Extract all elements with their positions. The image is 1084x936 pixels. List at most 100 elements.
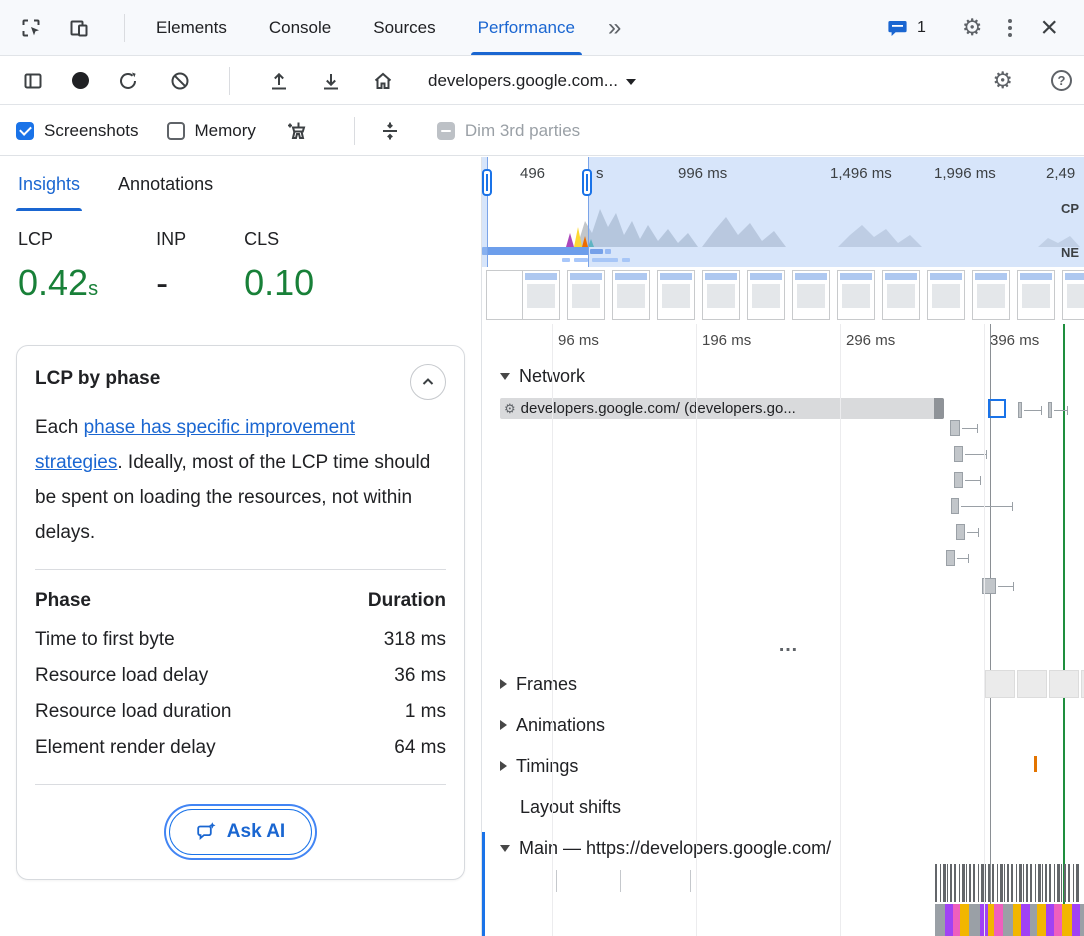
more-tabs-icon[interactable]: » <box>596 14 633 42</box>
record-button[interactable] <box>72 72 89 89</box>
minimap-right-handle[interactable] <box>582 169 592 196</box>
js-sample-stripe <box>1061 864 1062 902</box>
request-label: developers.google.com/ (developers.go... <box>521 400 796 417</box>
screenshot-thumbnail[interactable] <box>612 270 650 320</box>
metric-cls[interactable]: CLS 0.10 <box>244 229 314 304</box>
js-sample-stripe <box>1004 864 1005 902</box>
screenshot-thumbnail[interactable] <box>1062 270 1084 320</box>
memory-checkbox[interactable]: Memory <box>167 121 256 141</box>
flame-segment[interactable] <box>1037 904 1046 936</box>
settings-gear-icon[interactable]: ⚙ <box>962 16 983 39</box>
more-options-icon[interactable] <box>1008 19 1012 37</box>
load-profile-icon[interactable] <box>266 68 292 94</box>
gridline <box>840 324 841 936</box>
tab-elements[interactable]: Elements <box>135 0 248 55</box>
track-label: Animations <box>516 715 605 736</box>
track-frames[interactable]: Frames <box>482 668 577 700</box>
flame-segment[interactable] <box>1003 904 1013 936</box>
screenshot-thumbnail[interactable] <box>927 270 965 320</box>
screenshot-thumbnail[interactable] <box>792 270 830 320</box>
js-sample-stripe <box>985 864 986 902</box>
screenshot-thumbnail[interactable] <box>747 270 785 320</box>
network-request-bar[interactable] <box>954 446 963 462</box>
network-request-bar[interactable] <box>951 498 959 514</box>
frame-block[interactable] <box>1017 670 1047 698</box>
collapse-sections-icon[interactable] <box>377 118 403 144</box>
expand-track-icon[interactable] <box>500 679 507 689</box>
flame-segment[interactable] <box>935 904 945 936</box>
timing-marker[interactable] <box>1034 756 1037 772</box>
expand-track-icon[interactable] <box>500 720 507 730</box>
screenshot-thumbnail[interactable] <box>657 270 695 320</box>
close-devtools-icon[interactable]: × <box>1040 13 1058 43</box>
collapse-track-icon[interactable] <box>500 845 510 852</box>
collapse-card-button[interactable] <box>410 364 446 400</box>
network-request-bar[interactable] <box>1018 402 1022 418</box>
selected-request-outline[interactable] <box>988 399 1006 418</box>
network-request-bar[interactable] <box>956 524 965 540</box>
flame-segment[interactable] <box>1046 904 1054 936</box>
save-profile-icon[interactable] <box>318 68 344 94</box>
screenshot-thumbnail[interactable] <box>882 270 920 320</box>
reload-record-icon[interactable] <box>115 68 141 94</box>
ask-ai-button[interactable]: Ask AI <box>169 809 312 855</box>
flame-segment[interactable] <box>994 904 1003 936</box>
flame-segment[interactable] <box>1054 904 1062 936</box>
network-request-bar[interactable] <box>950 420 960 436</box>
garbage-collect-icon[interactable] <box>284 118 310 144</box>
help-icon[interactable]: ? <box>1051 70 1072 91</box>
metric-inp[interactable]: INP - <box>156 229 186 304</box>
network-overflow-indicator[interactable]: … <box>778 634 800 657</box>
timeline-minimap[interactable]: 496 s 996 ms1,496 ms1,996 ms2,49 CP NE <box>482 157 1084 323</box>
screenshot-thumbnail[interactable] <box>486 270 524 320</box>
network-request-bar[interactable] <box>954 472 963 488</box>
network-request-bar[interactable] <box>1048 402 1052 418</box>
minimap-overview[interactable]: 496 s 996 ms1,496 ms1,996 ms2,49 CP NE <box>482 157 1084 267</box>
target-selector[interactable]: developers.google.com... <box>422 67 642 95</box>
flame-segment[interactable] <box>1013 904 1021 936</box>
screenshot-thumbnail[interactable] <box>1017 270 1055 320</box>
screenshot-thumbnail[interactable] <box>522 270 560 320</box>
network-request-bar[interactable] <box>946 550 955 566</box>
flame-segment[interactable] <box>969 904 980 936</box>
collapse-track-icon[interactable] <box>500 373 510 380</box>
screenshot-thumbnail[interactable] <box>702 270 740 320</box>
toggle-sidebar-icon[interactable] <box>20 68 46 94</box>
track-animations[interactable]: Animations <box>482 709 605 741</box>
screenshots-checkbox[interactable]: Screenshots <box>16 121 139 141</box>
capture-settings-gear-icon[interactable]: ⚙ <box>992 69 1013 92</box>
frame-block[interactable] <box>1049 670 1079 698</box>
metric-lcp[interactable]: LCP 0.42s <box>18 229 98 304</box>
clear-icon[interactable] <box>167 68 193 94</box>
flame-segment[interactable] <box>960 904 969 936</box>
flame-segment[interactable] <box>1062 904 1072 936</box>
screenshot-thumbnail[interactable] <box>567 270 605 320</box>
tab-console[interactable]: Console <box>248 0 352 55</box>
track-network[interactable]: Network <box>482 360 585 392</box>
tab-performance[interactable]: Performance <box>457 0 596 55</box>
expand-track-icon[interactable] <box>500 761 507 771</box>
tab-annotations[interactable]: Annotations <box>118 157 213 211</box>
minimap-time-label: 1,496 ms <box>830 165 892 182</box>
flame-segment[interactable] <box>1030 904 1037 936</box>
tab-insights[interactable]: Insights <box>18 157 80 211</box>
network-request-main[interactable]: ⚙ developers.google.com/ (developers.go.… <box>500 398 944 419</box>
track-main[interactable]: Main — https://developers.google.com/ <box>482 832 831 864</box>
flame-segment[interactable] <box>1080 904 1084 936</box>
flame-segment[interactable] <box>1072 904 1080 936</box>
frame-block[interactable] <box>985 670 1015 698</box>
screenshot-thumbnail[interactable] <box>837 270 875 320</box>
console-messages-indicator[interactable]: 1 <box>885 15 926 41</box>
dim-3rd-parties-checkbox[interactable]: Dim 3rd parties <box>437 121 580 141</box>
inspect-element-icon[interactable] <box>18 15 44 41</box>
minimap-left-handle[interactable] <box>482 169 492 196</box>
phase-row: Element render delay64 ms <box>35 730 446 766</box>
device-toolbar-icon[interactable] <box>66 15 92 41</box>
flame-segment[interactable] <box>1021 904 1030 936</box>
screenshot-thumbnail[interactable] <box>972 270 1010 320</box>
flame-segment[interactable] <box>953 904 960 936</box>
home-icon[interactable] <box>370 68 396 94</box>
tab-sources[interactable]: Sources <box>352 0 456 55</box>
track-timings[interactable]: Timings <box>482 750 578 782</box>
flame-segment[interactable] <box>945 904 953 936</box>
